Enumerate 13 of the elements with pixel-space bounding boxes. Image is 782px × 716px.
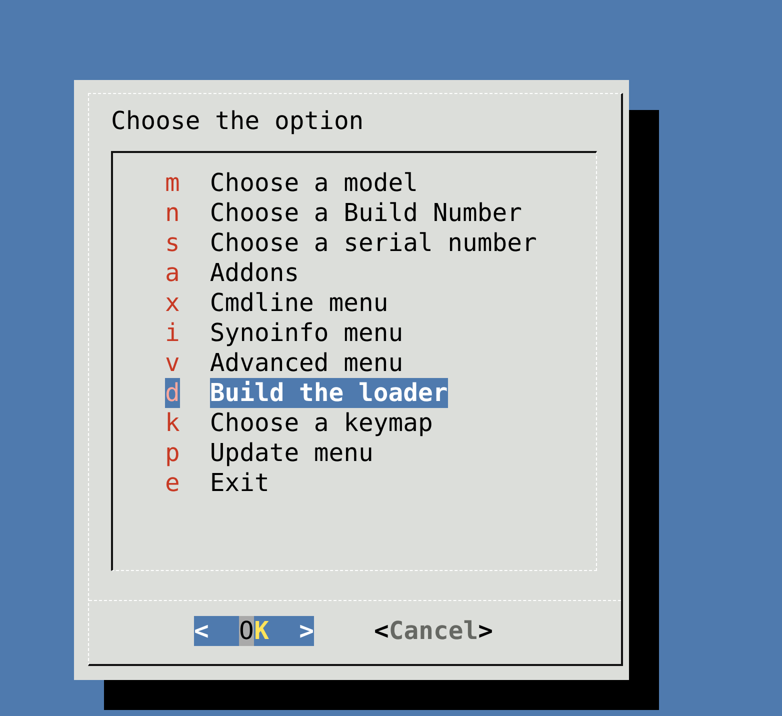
menu-item[interactable]: x Cmdline menu: [165, 288, 388, 318]
menu-item[interactable]: v Advanced menu: [165, 348, 404, 378]
menu-item[interactable]: s Choose a serial number: [165, 228, 537, 258]
ok-button[interactable]: < OK >: [194, 616, 314, 646]
menu-item[interactable]: e Exit: [165, 468, 270, 498]
menu-item[interactable]: p Update menu: [165, 438, 374, 468]
menu-item[interactable]: i Synoinfo menu: [165, 318, 404, 348]
menu-item[interactable]: a Addons: [165, 258, 300, 288]
dialog-prompt: Choose the option: [111, 106, 365, 136]
menu-item[interactable]: m Choose a model: [165, 168, 418, 198]
menu-item[interactable]: k Choose a keymap: [165, 408, 433, 438]
cancel-button[interactable]: <Cancel>: [374, 616, 493, 646]
menu-item[interactable]: n Choose a Build Number: [165, 198, 522, 228]
